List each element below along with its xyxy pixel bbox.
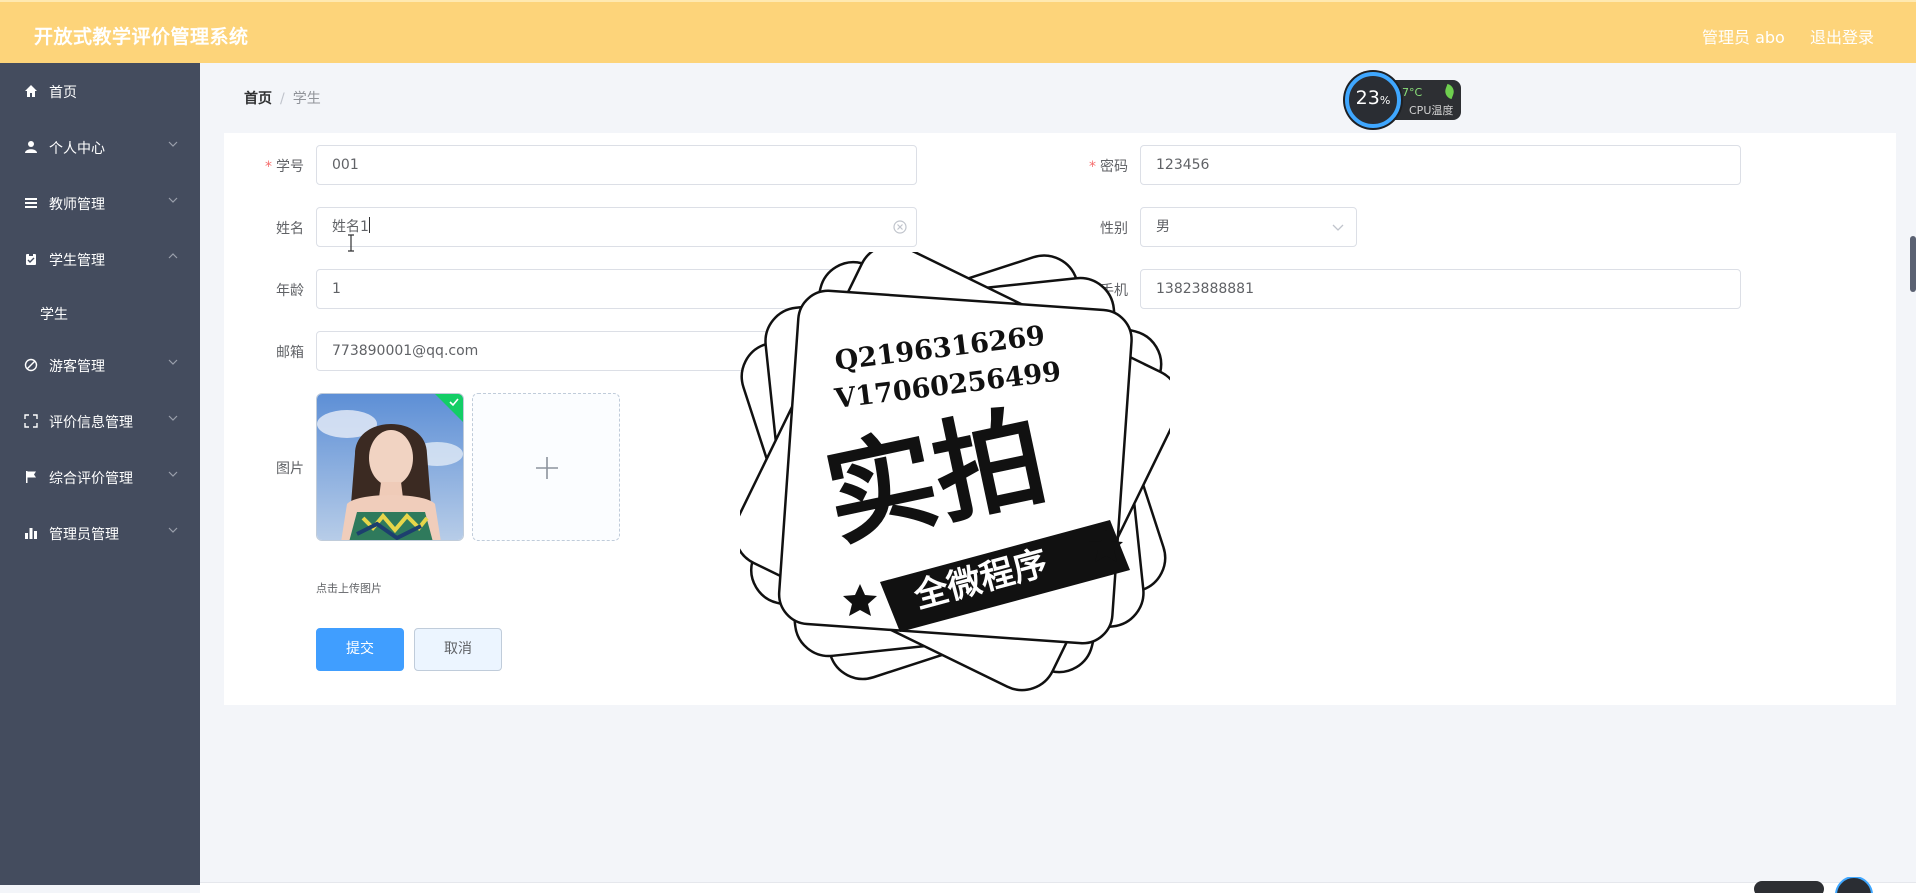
network-speed-widget xyxy=(1754,877,1873,893)
email-label: 邮箱 xyxy=(276,345,304,361)
breadcrumb-current: 学生 xyxy=(292,91,321,107)
sidebar-item-label: 管理员管理 xyxy=(49,527,119,543)
list-icon xyxy=(25,198,37,208)
app-title: 开放式教学评价管理系统 xyxy=(34,26,249,48)
breadcrumb: 首页 / 学生 xyxy=(244,88,321,108)
student-id-field[interactable]: 001 xyxy=(316,145,917,185)
password-label: * 密码 xyxy=(1089,159,1128,175)
breadcrumb-separator: / xyxy=(280,91,285,107)
cpu-monitor-widget: 37°C CPU温度 23% xyxy=(1345,72,1465,128)
sidebar-item-admin-management[interactable]: 管理员管理 xyxy=(0,505,200,561)
plus-icon xyxy=(536,457,558,479)
breadcrumb-home[interactable]: 首页 xyxy=(244,91,272,107)
sidebar-item-comprehensive-evaluation[interactable]: 综合评价管理 xyxy=(0,449,200,505)
sidebar-item-visitor-management[interactable]: 游客管理 xyxy=(0,337,200,393)
gender-select-value: 男 xyxy=(1156,219,1170,235)
chevron-up-icon xyxy=(168,253,178,259)
student-id-label: * 学号 xyxy=(265,159,304,175)
flag-icon xyxy=(26,471,36,483)
home-icon xyxy=(25,85,37,97)
sidebar-item-label: 首页 xyxy=(49,85,77,101)
chevron-down-icon xyxy=(168,471,178,477)
clipboard-icon xyxy=(26,253,36,265)
cpu-temp-label: CPU温度 xyxy=(1409,104,1454,117)
horizontal-scrollbar-track[interactable] xyxy=(200,882,1916,893)
chevron-down-icon xyxy=(168,141,178,147)
text-cursor-icon xyxy=(348,234,354,252)
user-icon xyxy=(25,141,37,153)
sidebar-item-personal-center[interactable]: 个人中心 xyxy=(0,119,200,175)
phone-field[interactable]: 13823888881 xyxy=(1140,269,1741,309)
sidebar-item-teacher-management[interactable]: 教师管理 xyxy=(0,175,200,231)
name-field[interactable]: 姓名1 xyxy=(316,207,917,247)
sidebar-item-label: 游客管理 xyxy=(49,359,105,375)
chevron-down-icon xyxy=(1332,224,1344,231)
submit-button[interactable]: 提交 xyxy=(316,628,404,671)
sidebar-item-student-management[interactable]: 学生管理 xyxy=(0,231,200,287)
uploaded-image-thumbnail[interactable] xyxy=(316,393,464,541)
sidebar-item-label: 评价信息管理 xyxy=(49,415,133,431)
cancel-button[interactable]: 取消 xyxy=(414,628,502,671)
top-header: 开放式教学评价管理系统 管理员 abo 退出登录 xyxy=(0,0,1916,63)
no-entry-icon xyxy=(24,358,38,372)
sidebar-item-label: 学生管理 xyxy=(49,253,105,269)
age-label: 年龄 xyxy=(276,283,304,299)
upload-success-badge xyxy=(435,394,463,422)
watermark-stamp: Q2196316269 V17060256499 实拍 全微程序 xyxy=(740,252,1170,692)
full-screen-icon xyxy=(24,414,38,428)
sidebar-item-label: 个人中心 xyxy=(49,141,105,157)
gender-label: 性别 xyxy=(1100,221,1128,237)
image-label: 图片 xyxy=(276,461,304,477)
upload-image-button[interactable] xyxy=(472,393,620,541)
sidebar: 首页 个人中心 教师管理 学生管理 学生 游客管理 评价信息管理 综合评价管理 … xyxy=(0,63,200,885)
bar-chart-icon xyxy=(25,528,37,539)
upload-tip: 点击上传图片 xyxy=(316,582,382,595)
text-caret xyxy=(368,217,370,233)
chevron-down-icon xyxy=(168,197,178,203)
cpu-usage-percent: 23% xyxy=(1355,87,1391,109)
chevron-down-icon xyxy=(168,359,178,365)
sidebar-item-label: 综合评价管理 xyxy=(49,471,133,487)
sidebar-item-label: 教师管理 xyxy=(49,197,105,213)
sidebar-item-evaluation-info[interactable]: 评价信息管理 xyxy=(0,393,200,449)
name-field-value: 姓名1 xyxy=(332,219,369,235)
side-scroll-handle[interactable] xyxy=(1910,236,1916,292)
sidebar-subitem-student[interactable]: 学生 xyxy=(0,287,200,337)
sidebar-subitem-label: 学生 xyxy=(40,307,68,323)
current-user: 管理员 abo xyxy=(1702,28,1785,47)
sidebar-item-home[interactable]: 首页 xyxy=(0,63,200,119)
chevron-down-icon xyxy=(168,415,178,421)
gender-select[interactable]: 男 xyxy=(1140,207,1357,247)
password-field[interactable]: 123456 xyxy=(1140,145,1741,185)
clear-icon[interactable] xyxy=(893,220,907,234)
logout-link[interactable]: 退出登录 xyxy=(1810,24,1874,48)
chevron-down-icon xyxy=(168,527,178,533)
name-label: 姓名 xyxy=(276,221,304,237)
